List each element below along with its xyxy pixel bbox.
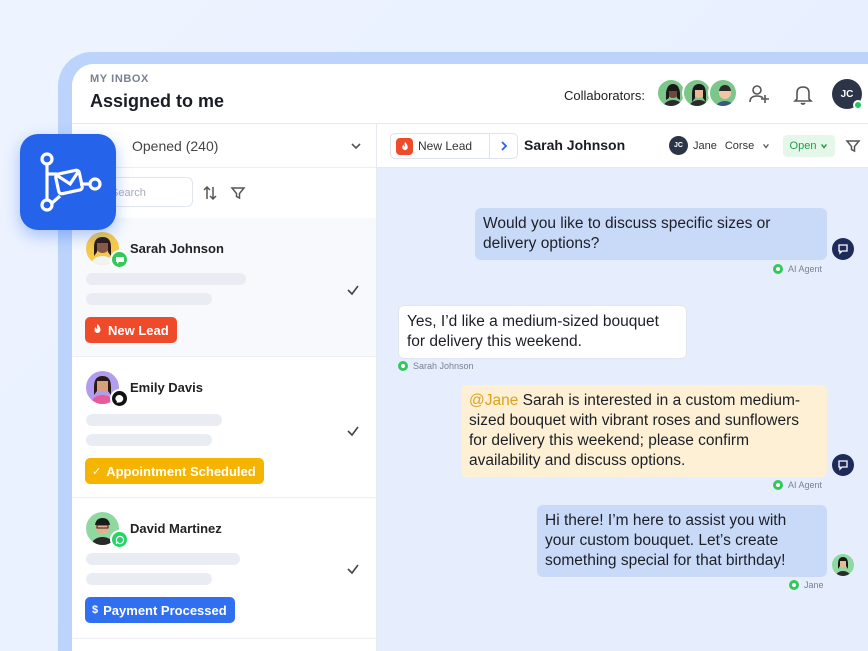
- placeholder-line: [86, 573, 212, 585]
- contact-name: Sarah Johnson: [524, 137, 626, 153]
- placeholder-line: [86, 414, 222, 426]
- tag-label: Appointment Scheduled: [106, 463, 256, 479]
- fire-icon: [92, 323, 103, 337]
- status-dot: [773, 264, 783, 274]
- lead-stage-chip[interactable]: New Lead: [390, 133, 490, 159]
- author-name: AI Agent: [788, 264, 823, 274]
- list-item[interactable]: Sarah Johnson New Lead: [72, 218, 376, 357]
- check-icon: [347, 426, 359, 437]
- tag-label: Payment Processed: [103, 602, 227, 618]
- list-item[interactable]: Emily Davis ✓ Appointment Scheduled: [72, 357, 376, 498]
- avatar: [832, 554, 854, 576]
- conversation-panel: New Lead Sarah Johnson JC Jane Corse Ope…: [377, 124, 868, 651]
- author-name: Sarah Johnson: [413, 361, 474, 371]
- filter-icon[interactable]: [845, 138, 861, 154]
- tag-new-lead[interactable]: New Lead: [85, 317, 177, 343]
- contact-name: David Martinez: [130, 521, 222, 536]
- chevron-right-icon: [500, 141, 507, 151]
- inbox-window: MY INBOX Assigned to me Collaborators: J…: [72, 64, 868, 651]
- messenger-icon: [110, 389, 129, 408]
- sort-icon[interactable]: [202, 185, 218, 201]
- message-author: Jane: [789, 580, 824, 590]
- tag-label: New Lead: [108, 322, 169, 338]
- collaborators-label: Collaborators:: [564, 88, 645, 103]
- contact-name: Sarah Johnson: [130, 241, 224, 256]
- tag-appointment-scheduled[interactable]: ✓ Appointment Scheduled: [85, 458, 264, 484]
- check-icon: [347, 285, 359, 296]
- section-eyebrow: MY INBOX: [90, 73, 149, 85]
- status-filter[interactable]: Opened (240): [72, 124, 376, 168]
- contact-name: Emily Davis: [130, 380, 203, 395]
- search-row: Search: [72, 168, 376, 218]
- mention[interactable]: @Jane: [469, 392, 518, 409]
- online-indicator: [853, 100, 863, 110]
- status-label: Open: [789, 140, 817, 152]
- status-badge[interactable]: Open: [783, 135, 835, 157]
- ai-agent-icon: [832, 238, 854, 260]
- message-text: Yes, I’d like a medium-sized bouquet for…: [407, 313, 659, 350]
- dollar-icon: $: [92, 604, 99, 616]
- bell-icon[interactable]: [790, 81, 816, 107]
- assignee-avatar: JC: [669, 136, 688, 155]
- internal-note-bubble: @Jane Sarah is interested in a custom me…: [461, 385, 827, 477]
- author-name: Jane: [804, 580, 824, 590]
- message-bubble: Yes, I’d like a medium-sized bouquet for…: [398, 305, 687, 359]
- status-filter-label: Opened (240): [132, 138, 219, 154]
- list-item[interactable]: David Martinez $ Payment Processed: [72, 498, 376, 639]
- placeholder-line: [86, 293, 212, 305]
- message-author: AI Agent: [773, 480, 822, 490]
- ai-agent-icon: [832, 454, 854, 476]
- chevron-down-icon[interactable]: [350, 140, 362, 152]
- user-avatar[interactable]: JC: [832, 79, 863, 110]
- checkmark-icon: ✓: [92, 465, 102, 478]
- message-text: Sarah is interested in a custom medium-s…: [469, 392, 801, 469]
- message-author: Sarah Johnson: [398, 361, 474, 371]
- message-bubble: Would you like to discuss specific sizes…: [475, 208, 827, 260]
- author-name: AI Agent: [788, 480, 823, 490]
- placeholder-line: [86, 434, 212, 446]
- message-text: Would you like to discuss specific sizes…: [483, 215, 771, 252]
- status-dot: [773, 480, 783, 490]
- placeholder-line: [86, 553, 240, 565]
- lead-stage-label: New Lead: [418, 139, 473, 153]
- chat-bubble-icon: [110, 250, 129, 269]
- message-bubble: Hi there! I’m here to assist you with yo…: [537, 505, 827, 577]
- inbox-header: MY INBOX Assigned to me Collaborators: J…: [72, 64, 868, 124]
- assignee-dropdown[interactable]: JC Jane Corse: [669, 136, 770, 155]
- next-stage-button[interactable]: [490, 133, 518, 159]
- status-dot: [789, 580, 799, 590]
- check-icon: [347, 564, 359, 575]
- placeholder-line: [86, 273, 246, 285]
- chevron-down-icon: [821, 143, 828, 149]
- assignee-name: Jane: [693, 139, 717, 152]
- whatsapp-icon: [110, 530, 129, 549]
- filter-icon[interactable]: [230, 185, 246, 201]
- conversation-list: Sarah Johnson New Lead Emily Davis ✓ App…: [72, 218, 376, 639]
- page-title: Assigned to me: [90, 91, 225, 111]
- assignee-last-name: Corse: [724, 139, 755, 152]
- tag-payment-processed[interactable]: $ Payment Processed: [85, 597, 235, 623]
- message-text: Hi there! I’m here to assist you with yo…: [545, 512, 787, 569]
- user-initials: JC: [840, 88, 854, 100]
- collaborator-avatars[interactable]: [656, 78, 738, 108]
- conversation-header: New Lead Sarah Johnson JC Jane Corse Ope…: [377, 124, 868, 168]
- status-dot: [398, 361, 408, 371]
- fire-icon: [396, 137, 413, 155]
- app-logo-icon: [20, 134, 116, 230]
- add-collaborator-icon[interactable]: [746, 81, 772, 107]
- conversation-list-panel: Opened (240) Search Sarah Johnson New Le…: [72, 124, 377, 651]
- message-author: AI Agent: [773, 264, 822, 274]
- avatar[interactable]: [708, 78, 738, 108]
- chevron-down-icon: [763, 143, 770, 149]
